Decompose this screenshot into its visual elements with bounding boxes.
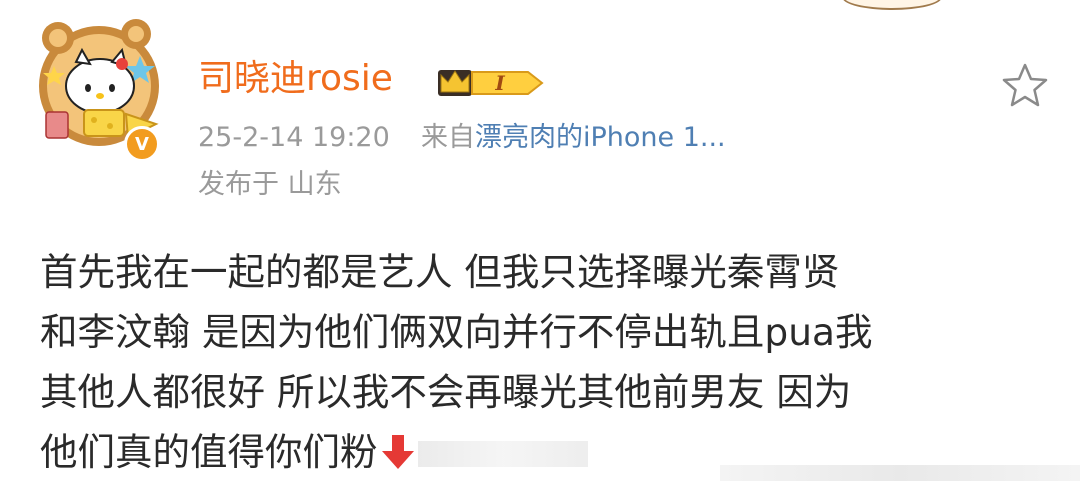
watermark-overlay-bottom [720, 465, 1080, 481]
content-line: 其他人都很好 所以我不会再曝光其他前男友 因为 [40, 370, 852, 414]
source-device-link[interactable]: 漂亮肉的iPhone 1... [475, 122, 726, 153]
star-outline-icon[interactable] [1001, 62, 1049, 108]
source-prefix: 来自 [420, 122, 475, 153]
post-meta: 25-2-14 19:20 来自漂亮肉的iPhone 1... [198, 118, 726, 158]
verified-badge-label: V [135, 133, 149, 155]
top-decoration [842, 0, 942, 10]
post-location: 发布于 山东 [198, 169, 342, 200]
red-down-arrow-icon [378, 428, 418, 469]
verified-v-icon: V [124, 126, 160, 162]
username-link[interactable]: 司晓迪rosie [198, 57, 393, 101]
content-line: 他们真的值得你们粉 [40, 430, 378, 474]
content-line: 和李汶翰 是因为他们俩双向并行不停出轨且pua我 [40, 310, 873, 354]
member-level-label: I [494, 71, 505, 95]
content-line: 首先我在一起的都是艺人 但我只选择曝光秦霄贤 [40, 250, 840, 294]
post-content: 首先我在一起的都是艺人 但我只选择曝光秦霄贤 和李汶翰 是因为他们俩双向并行不停… [40, 242, 1080, 482]
post-timestamp: 25-2-14 19:20 [198, 122, 390, 153]
crown-member-badge-icon[interactable]: I [432, 62, 544, 102]
watermark-overlay [417, 441, 588, 467]
